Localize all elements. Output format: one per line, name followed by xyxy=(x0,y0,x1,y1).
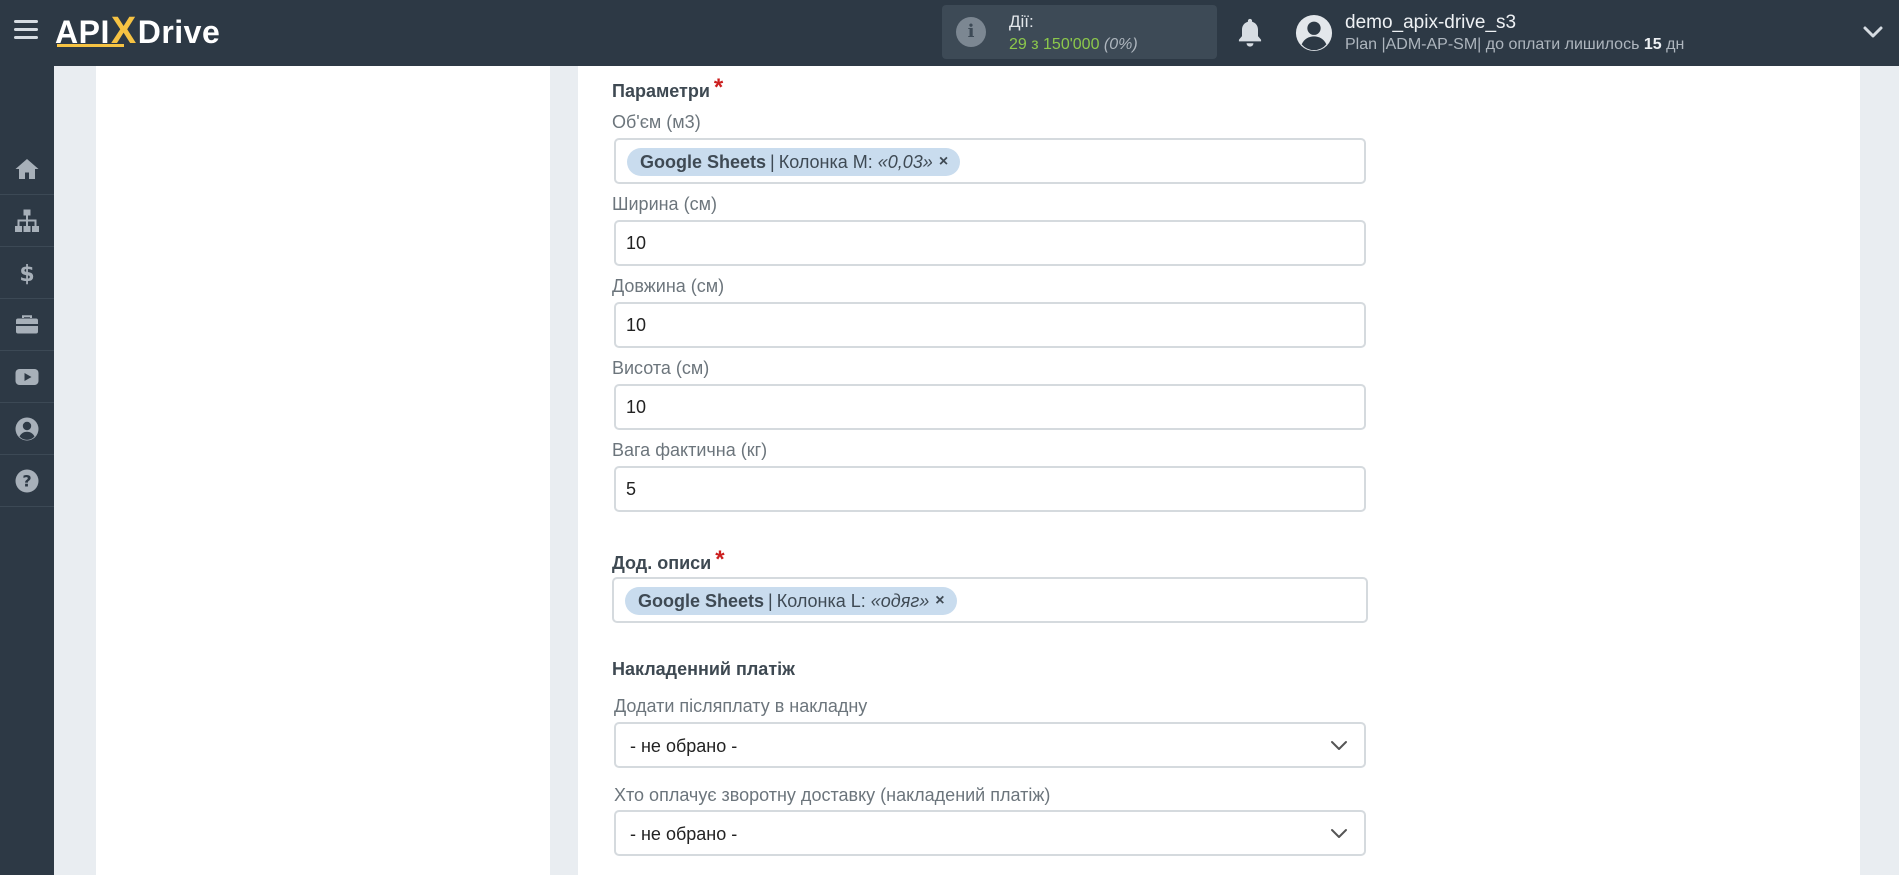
weight-input[interactable] xyxy=(616,468,1364,510)
remove-chip-icon[interactable]: × xyxy=(939,153,948,171)
add-cod-select[interactable]: - не обрано - xyxy=(614,722,1366,768)
info-icon: i xyxy=(956,17,986,47)
svg-text:$: $ xyxy=(19,262,34,287)
desc-title-text: Дод. описи xyxy=(612,553,712,573)
svg-text:?: ? xyxy=(22,471,31,490)
plan-info: Plan |ADM-AP-SM| до оплати лишилось 15 д… xyxy=(1345,36,1684,54)
actions-count: 29 з 150'000 xyxy=(1009,36,1100,53)
volume-field[interactable]: Google Sheets | Колонка M: «0,03» × xyxy=(614,138,1366,184)
dollar-icon: $ xyxy=(19,262,34,287)
question-circle-icon: ? xyxy=(15,469,39,492)
length-input[interactable] xyxy=(616,304,1364,346)
required-mark: * xyxy=(715,546,725,573)
params-title-text: Параметри xyxy=(612,81,710,101)
chip-value: «0,03» xyxy=(877,151,933,172)
description-chip: Google Sheets | Колонка L: «одяг» × xyxy=(625,587,957,615)
width-label: Ширина (см) xyxy=(612,194,717,214)
sidebar-item-help[interactable]: ? xyxy=(0,455,54,507)
required-mark: * xyxy=(713,74,724,101)
actions-counter: i Дії: 29 з 150'000 (0%) xyxy=(942,5,1217,59)
chevron-down-icon[interactable] xyxy=(1862,24,1884,40)
actions-value: 29 з 150'000 (0%) xyxy=(1009,36,1138,54)
description-field[interactable]: Google Sheets | Колонка L: «одяг» × xyxy=(612,577,1368,623)
width-input[interactable] xyxy=(616,222,1364,264)
cod-title: Накладенний платіж xyxy=(612,659,795,679)
weight-label: Вага фактична (кг) xyxy=(612,440,768,460)
plan-prefix: Plan |ADM-AP-SM| до оплати лишилось xyxy=(1345,36,1640,53)
sidebar-item-billing[interactable]: $ xyxy=(0,247,54,299)
apix-drive-logo[interactable]: API X Drive xyxy=(55,10,221,52)
chip-source: Google Sheets xyxy=(638,590,765,611)
plan-days: 15 xyxy=(1643,36,1662,53)
sidebar: $ ? xyxy=(0,66,54,875)
chevron-down-icon xyxy=(1331,829,1347,838)
height-input[interactable] xyxy=(616,386,1364,428)
chip-column: Колонка M: xyxy=(778,151,873,172)
plan-suffix: дн xyxy=(1666,36,1685,53)
who-pays-label: Хто оплачує зворотну доставку (накладени… xyxy=(614,785,1051,805)
main-panel: Параметри * Об'єм (м3) Google Sheets | Коло… xyxy=(578,66,1860,875)
avatar[interactable] xyxy=(1295,14,1333,52)
logo-text-right: Drive xyxy=(137,13,221,50)
volume-chip: Google Sheets | Колонка M: «0,03» × xyxy=(627,148,961,176)
desc-title: Дод. описи * xyxy=(612,546,725,576)
sidebar-item-home[interactable] xyxy=(0,143,54,195)
user-circle-icon xyxy=(15,417,39,440)
chip-source: Google Sheets xyxy=(640,151,767,172)
username[interactable]: demo_apix-drive_s3 xyxy=(1345,12,1516,34)
chip-value: «одяг» xyxy=(870,590,930,611)
youtube-icon xyxy=(15,368,39,385)
width-field[interactable] xyxy=(614,220,1366,266)
menu-icon[interactable] xyxy=(14,20,38,40)
actions-percent: (0%) xyxy=(1103,36,1138,53)
home-icon xyxy=(15,158,39,179)
params-title: Параметри * xyxy=(612,74,724,104)
top-header: API X Drive i Дії: 29 з 150'000 (0%) demo_… xyxy=(0,0,1899,66)
weight-field[interactable] xyxy=(614,466,1366,512)
sidebar-item-account[interactable] xyxy=(0,403,54,455)
height-label: Висота (см) xyxy=(612,358,710,378)
sidebar-item-services[interactable] xyxy=(0,299,54,351)
length-label: Довжина (см) xyxy=(612,276,725,296)
sidebar-item-connections[interactable] xyxy=(0,195,54,247)
actions-label: Дії: xyxy=(1009,12,1034,31)
add-cod-value: - не обрано - xyxy=(630,736,738,756)
length-field[interactable] xyxy=(614,302,1366,348)
chip-separator: | xyxy=(768,590,773,611)
briefcase-icon xyxy=(16,314,38,333)
left-panel xyxy=(96,66,550,875)
volume-label: Об'єм (м3) xyxy=(612,112,701,132)
chip-separator: | xyxy=(770,151,775,172)
height-field[interactable] xyxy=(614,384,1366,430)
remove-chip-icon[interactable]: × xyxy=(935,592,944,610)
who-pays-select[interactable]: - не обрано - xyxy=(614,810,1366,856)
who-pays-value: - не обрано - xyxy=(630,824,738,844)
sitemap-icon xyxy=(15,209,39,232)
chip-column: Колонка L: xyxy=(776,590,866,611)
bell-icon[interactable] xyxy=(1235,17,1265,49)
sidebar-item-video[interactable] xyxy=(0,351,54,403)
chevron-down-icon xyxy=(1331,741,1347,750)
add-cod-label: Додати післяплату в накладну xyxy=(614,696,868,716)
